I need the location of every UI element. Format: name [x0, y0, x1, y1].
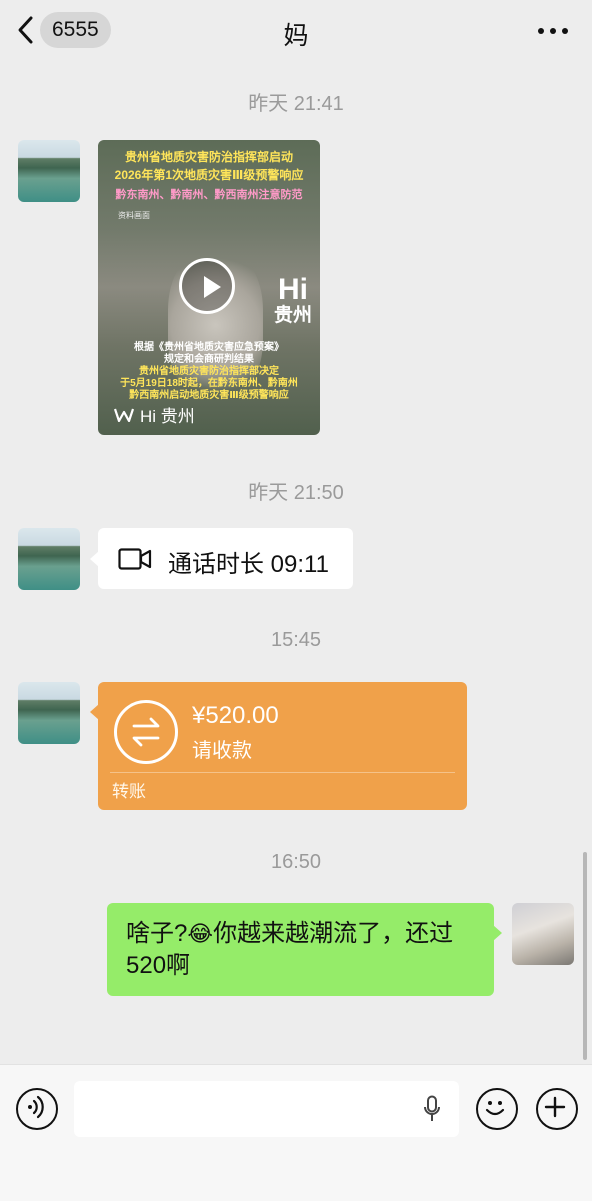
transfer-arrows-icon	[114, 700, 178, 764]
emoji-icon[interactable]	[476, 1088, 518, 1130]
more-icon[interactable]	[538, 28, 568, 34]
timestamp: 昨天 21:50	[248, 482, 344, 504]
voice-icon[interactable]	[16, 1088, 58, 1130]
video-brand: Hi 贵州	[114, 402, 195, 427]
message-text-part: 啥子?	[126, 920, 188, 947]
contact-avatar[interactable]	[18, 682, 80, 744]
caption-line: 于5月19日18时起，在黔东南州、黔南州	[120, 378, 298, 389]
video-message[interactable]: 贵州省地质灾害防治指挥部启动 2026年第1次地质灾害Ⅲ级预警响应 黔东南州、黔…	[98, 140, 320, 435]
video-caption: 根据《贵州省地质灾害应急预案》 规定和会商研判结果 贵州省地质灾害防治指挥部决定…	[98, 342, 320, 402]
timestamp: 16:50	[270, 851, 322, 873]
call-record-bubble[interactable]: 通话时长 09:11	[90, 528, 353, 589]
caption-line: 根据《贵州省地质灾害应急预案》	[134, 342, 284, 353]
caption-line: 贵州省地质灾害防治指挥部决定	[139, 366, 279, 377]
chat-title: 妈	[283, 22, 309, 50]
contact-avatar[interactable]	[18, 528, 80, 590]
transfer-card[interactable]: ¥520.00 请收款 转账	[90, 682, 467, 810]
contact-avatar[interactable]	[18, 140, 80, 202]
transfer-amount: ¥520.00	[192, 702, 279, 729]
mic-icon[interactable]	[423, 1095, 441, 1123]
caption-line: 黔西南州启动地质灾害Ⅲ级预警响应	[129, 390, 289, 401]
outgoing-message-bubble[interactable]: 啥子?😂你越来越潮流了，还过520啊	[107, 903, 502, 996]
laughing-emoji: 😂	[187, 921, 214, 946]
transfer-label: 转账	[112, 782, 146, 801]
call-duration-text: 通话时长 09:11	[168, 551, 329, 578]
divider	[110, 772, 455, 773]
brand-logo-icon	[114, 408, 134, 422]
video-banner-line: 贵州省地质灾害防治指挥部启动	[124, 150, 293, 164]
video-banner-line: 2026年第1次地质灾害Ⅲ级预警响应	[114, 168, 304, 182]
logo-line: 贵州	[273, 305, 312, 326]
caption-line: 规定和会商研判结果	[164, 354, 254, 365]
timestamp: 15:45	[270, 629, 322, 651]
plus-icon[interactable]	[536, 1088, 578, 1130]
input-bar	[0, 1064, 592, 1201]
video-banner: 贵州省地质灾害防治指挥部启动 2026年第1次地质灾害Ⅲ级预警响应 黔东南州、黔…	[98, 148, 320, 202]
outgoing-message-text: 啥子?😂你越来越潮流了，还过520啊	[126, 918, 481, 982]
play-icon[interactable]	[179, 258, 235, 314]
scrollbar[interactable]	[583, 852, 587, 1060]
video-banner-line: 黔东南州、黔南州、黔西南州注意防范	[115, 189, 303, 201]
timestamp: 昨天 21:41	[248, 93, 344, 115]
video-brand-text: Hi 贵州	[140, 407, 195, 426]
hi-guizhou-logo: Hi 贵州	[274, 275, 312, 327]
video-call-icon	[118, 548, 152, 570]
video-footage-label: 资料画面	[118, 211, 150, 220]
my-avatar[interactable]	[512, 903, 574, 965]
transfer-status: 请收款	[192, 740, 252, 762]
message-input[interactable]	[74, 1081, 459, 1137]
logo-line: Hi	[277, 273, 308, 306]
